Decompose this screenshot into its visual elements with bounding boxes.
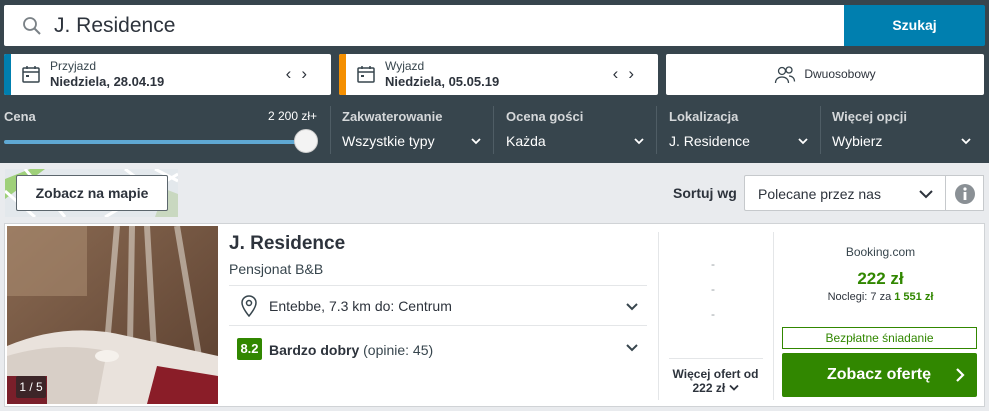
- rating-label: Bardzo dobry: [269, 342, 360, 358]
- accommodation-filter-value[interactable]: Wszystkie typy: [342, 133, 435, 149]
- checkout-date-picker[interactable]: Wyjazd Niedziela, 05.05.19 ‹›: [339, 54, 658, 95]
- rating-filter-value[interactable]: Każda: [506, 133, 546, 149]
- checkout-label: Wyjazd: [385, 59, 425, 73]
- chevron-down-icon[interactable]: [470, 135, 482, 147]
- more-options-label: Więcej opcji: [832, 109, 908, 124]
- divider: [658, 232, 659, 400]
- filter-divider: [330, 106, 331, 154]
- rating-score-badge: 8.2: [237, 338, 262, 360]
- accommodation-filter-label: Zakwaterowanie: [342, 109, 443, 124]
- search-icon: [23, 17, 41, 35]
- price-max-label: 2 200 zł+: [268, 109, 318, 123]
- price-filter-label: Cena: [4, 109, 36, 124]
- divider: [669, 358, 763, 359]
- more-offers-label: Więcej ofert od: [672, 367, 759, 381]
- placeholder-dash: -: [711, 282, 715, 296]
- chevron-down-icon[interactable]: [633, 135, 645, 147]
- hotel-name[interactable]: J. Residence: [229, 233, 345, 255]
- divider: [229, 285, 647, 286]
- chevron-down-icon[interactable]: [797, 135, 809, 147]
- price-slider-track[interactable]: [4, 140, 306, 144]
- rating-count: (opinie: 45): [363, 342, 434, 358]
- more-offers-price: 222 zł: [692, 381, 726, 395]
- calendar-icon: [357, 66, 375, 83]
- offer-price[interactable]: 222 zł: [778, 269, 983, 289]
- chevron-down-icon[interactable]: [625, 300, 639, 314]
- hotel-photo[interactable]: 1 / 5: [7, 226, 218, 404]
- checkin-date-picker[interactable]: Przyjazd Niedziela, 28.04.19 ‹›: [4, 54, 331, 95]
- checkout-value: Niedziela, 05.05.19: [385, 74, 500, 89]
- divider: [773, 232, 774, 400]
- search-field[interactable]: [4, 5, 844, 46]
- room-type-selector[interactable]: Dwuosobowy: [666, 54, 984, 95]
- free-breakfast-badge: Bezpłatne śniadanie: [782, 327, 977, 349]
- calendar-icon: [22, 66, 40, 83]
- rating-summary[interactable]: Bardzo dobry (opinie: 45): [269, 342, 433, 358]
- view-on-map-button[interactable]: Zobacz na mapie: [16, 175, 168, 211]
- date-step-arrows[interactable]: ‹›: [286, 64, 317, 84]
- chevron-down-icon[interactable]: [625, 341, 639, 355]
- placeholder-dash: -: [711, 307, 715, 321]
- filter-divider: [820, 106, 821, 154]
- hotel-result-card: 1 / 5 J. Residence Pensjonat B&B Entebbe…: [4, 223, 985, 407]
- more-offers-toggle[interactable]: Więcej ofert od 222 zł: [663, 358, 768, 395]
- nights-total: 1 551 zł: [894, 291, 934, 303]
- photo-counter: 1 / 5: [16, 376, 46, 398]
- sort-info-button[interactable]: [946, 175, 984, 211]
- sort-select[interactable]: Polecane przez nas: [744, 175, 946, 211]
- rating-filter-label: Ocena gości: [506, 109, 584, 124]
- more-offers-price-row: 222 zł: [663, 381, 768, 395]
- offer-provider: Booking.com: [845, 245, 916, 259]
- chevron-right-icon: [956, 368, 965, 382]
- divider: [229, 325, 647, 326]
- hotel-type: Pensjonat B&B: [229, 261, 324, 277]
- chevron-down-icon: [919, 190, 933, 199]
- location-pin-icon: [241, 295, 257, 317]
- checkin-label: Przyjazd: [50, 59, 97, 73]
- info-icon: [955, 184, 975, 204]
- more-options-value[interactable]: Wybierz: [832, 133, 882, 149]
- view-deal-button[interactable]: Zobacz ofertę: [782, 353, 977, 397]
- room-type-label: Dwuosobowy: [804, 67, 876, 81]
- sort-select-value: Polecane przez nas: [758, 186, 881, 202]
- chevron-down-icon[interactable]: [960, 135, 972, 147]
- checkin-value: Niedziela, 28.04.19: [50, 74, 165, 89]
- placeholder-dash: -: [711, 257, 715, 271]
- nights-label: Noclegi: 7 za: [827, 291, 892, 303]
- checkin-stripe: [4, 54, 11, 95]
- location-filter-label: Lokalizacja: [669, 109, 739, 124]
- search-input[interactable]: [54, 5, 834, 46]
- filter-divider: [493, 106, 494, 154]
- view-deal-label: Zobacz ofertę: [827, 366, 932, 383]
- people-icon: [775, 66, 796, 83]
- date-step-arrows[interactable]: ‹›: [613, 64, 644, 84]
- chevron-down-icon: [728, 384, 739, 391]
- location-filter-value[interactable]: J. Residence: [669, 133, 750, 149]
- checkout-stripe: [339, 54, 346, 95]
- hotel-location[interactable]: Entebbe, 7.3 km do: Centrum: [269, 298, 452, 314]
- price-slider-handle[interactable]: [294, 129, 318, 153]
- filter-divider: [656, 106, 657, 154]
- sort-label: Sortuj wg: [673, 185, 737, 201]
- nights-summary: Noclegi: 7 za 1 551 zł: [778, 291, 983, 303]
- search-button[interactable]: Szukaj: [844, 5, 985, 46]
